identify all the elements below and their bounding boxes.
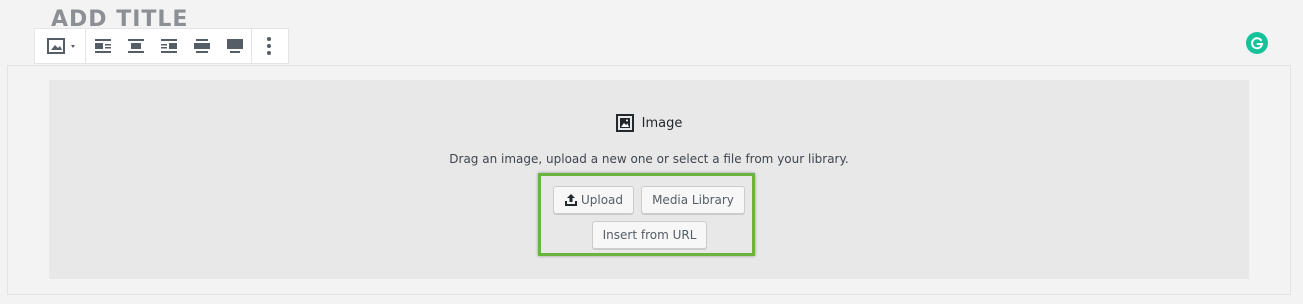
wide-width-icon xyxy=(193,39,210,53)
align-right-icon xyxy=(160,39,177,53)
block-toolbar xyxy=(34,28,289,64)
insert-from-url-label: Insert from URL xyxy=(602,228,697,242)
media-library-button[interactable]: Media Library xyxy=(641,186,745,214)
align-left-icon xyxy=(94,39,111,53)
placeholder-instructions: Drag an image, upload a new one or selec… xyxy=(449,152,849,166)
block-type-switcher[interactable] xyxy=(35,29,85,63)
upload-button[interactable]: Upload xyxy=(553,186,634,214)
align-right-button[interactable] xyxy=(152,29,185,63)
grammarly-button[interactable] xyxy=(1246,32,1268,54)
image-icon xyxy=(47,38,75,54)
wide-width-button[interactable] xyxy=(185,29,218,63)
align-center-icon xyxy=(127,39,144,53)
image-icon xyxy=(615,114,634,132)
image-placeholder: Image Drag an image, upload a new one or… xyxy=(49,80,1249,279)
full-width-button[interactable] xyxy=(218,29,251,63)
full-width-icon xyxy=(226,39,243,53)
post-title[interactable]: ADD TITLE xyxy=(51,6,188,26)
media-library-label: Media Library xyxy=(652,193,734,207)
upload-icon xyxy=(564,194,577,206)
align-center-button[interactable] xyxy=(119,29,152,63)
upload-label: Upload xyxy=(580,193,624,207)
grammarly-icon xyxy=(1251,37,1264,50)
more-vertical-icon xyxy=(267,37,271,55)
insert-from-url-button[interactable]: Insert from URL xyxy=(592,221,707,249)
align-left-button[interactable] xyxy=(86,29,119,63)
placeholder-title: Image xyxy=(641,115,683,131)
placeholder-label: Image xyxy=(49,114,1249,132)
more-options-button[interactable] xyxy=(252,29,286,63)
